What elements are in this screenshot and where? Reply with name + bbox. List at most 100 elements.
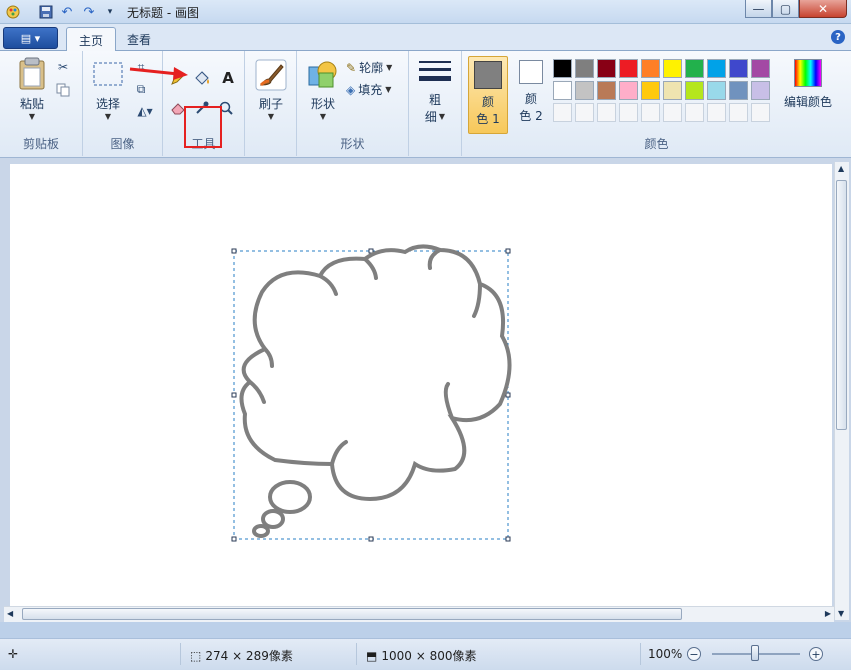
undo-icon[interactable]: ↶ [58,3,76,21]
brushes-button[interactable]: 刷子 ▼ [251,59,291,121]
app-menu-button[interactable]: ▤ ▾ [3,27,58,49]
palette-color-swatch[interactable] [575,81,594,100]
color2-swatch [519,60,543,84]
brushes-label: 刷子 [258,97,283,111]
canvas-size: ⬒ 1000 × 800像素 [366,647,476,664]
colors-group: 颜 色 1 颜 色 2 编辑颜色 颜色 [462,51,851,156]
maximize-button[interactable]: ▢ [772,0,799,18]
palette-color-swatch[interactable] [685,59,704,78]
fill-bucket-icon[interactable] [192,68,212,88]
edit-colors-button[interactable]: 编辑颜色 [772,59,844,110]
selection-size: ⬚ 274 × 289像素 [190,647,293,664]
size-label-line1: 粗 [428,93,441,107]
palette-custom-slot[interactable] [751,103,770,122]
palette-color-swatch[interactable] [553,81,572,100]
palette-custom-slot[interactable] [707,103,726,122]
help-icon[interactable]: ? [831,30,845,44]
palette-color-swatch[interactable] [729,81,748,100]
palette-color-swatch[interactable] [751,81,770,100]
color1-button[interactable]: 颜 色 1 [468,56,508,134]
palette-color-swatch[interactable] [707,59,726,78]
palette-color-swatch[interactable] [707,81,726,100]
zoom-out-icon[interactable]: − [687,647,701,661]
palette-color-swatch[interactable] [597,81,616,100]
shapes-label: 形状 [310,97,335,111]
menu-icon: ▤ ▾ [20,31,41,45]
cut-icon[interactable]: ✂ [53,57,73,77]
palette-color-swatch[interactable] [729,59,748,78]
zoom-in-icon[interactable]: + [809,647,823,661]
palette-custom-slot[interactable] [641,103,660,122]
palette-color-swatch[interactable] [575,59,594,78]
vertical-scrollbar[interactable]: ▲ ▼ [834,162,849,620]
close-button[interactable]: ✕ [799,0,847,18]
palette-color-swatch[interactable] [663,59,682,78]
copy-icon[interactable] [53,80,73,100]
palette-color-swatch[interactable] [619,81,638,100]
brushes-group: 刷子 ▼ [245,51,297,156]
outline-pencil-icon: ✎ [346,60,357,75]
color2-label-line1: 颜 [524,92,537,106]
size-button[interactable]: 粗 细 ▼ [415,57,455,125]
palette-color-swatch[interactable] [685,81,704,100]
fill-drop-icon: ◈ [346,82,356,97]
tab-view[interactable]: 查看 [115,27,163,51]
horizontal-scrollbar[interactable]: ◀ ▶ [4,606,834,622]
redo-icon[interactable]: ↷ [80,3,98,21]
text-tool-icon[interactable]: A [218,68,238,88]
fill-button[interactable]: ◈ 填充 ▼ [346,81,391,98]
scroll-down-icon[interactable]: ▼ [838,609,844,618]
chevron-down-icon: ▼ [438,112,446,121]
palette-color-swatch[interactable] [597,59,616,78]
canvas-size-text: 1000 × 800像素 [381,649,477,663]
color2-button[interactable]: 颜 色 2 [512,60,550,124]
horizontal-scroll-thumb[interactable] [22,608,682,620]
palette-custom-slot[interactable] [553,103,572,122]
minimize-button[interactable]: — [745,0,772,18]
palette-custom-slot[interactable] [575,103,594,122]
zoom-slider-thumb[interactable] [751,645,759,661]
customize-toolbar-icon[interactable]: ▾ [101,3,119,21]
palette-custom-slot[interactable] [597,103,616,122]
palette-color-swatch[interactable] [641,81,660,100]
tab-home[interactable]: 主页 [66,27,117,52]
selection-size-text: 274 × 289像素 [205,649,293,663]
clipboard-group: 粘贴 ▼ ✂ 剪贴板 [0,51,83,156]
chevron-down-icon: ▼ [385,85,392,94]
palette-custom-slot[interactable] [685,103,704,122]
rotate-icon[interactable]: ◭▾ [131,101,159,121]
paint-app-icon[interactable] [4,3,22,21]
clipboard-icon [19,57,45,90]
drawing-canvas[interactable] [10,164,832,620]
edit-colors-label: 编辑颜色 [783,95,832,109]
paste-button[interactable]: 粘贴 ▼ [12,57,52,121]
outline-button[interactable]: ✎ 轮廓 ▼ [346,59,392,76]
ribbon-tabstrip: ▤ ▾ 主页 查看 ? [0,24,851,52]
scroll-left-icon[interactable]: ◀ [7,609,13,618]
annotation-arrow [129,67,188,80]
shapes-group: 形状 ▼ ✎ 轮廓 ▼ ◈ 填充 ▼ 形状 [297,51,409,156]
select-button[interactable]: 选择 ▼ [89,61,127,121]
chevron-down-icon: ▼ [28,112,36,121]
vertical-scroll-thumb[interactable] [836,180,847,430]
workspace: ▲ ▼ ◀ ▶ [0,158,851,622]
shapes-button[interactable]: 形状 ▼ [303,59,343,121]
palette-custom-slot[interactable] [729,103,748,122]
status-separator [180,643,181,665]
chevron-down-icon: ▼ [104,112,112,121]
palette-color-swatch[interactable] [619,59,638,78]
palette-color-swatch[interactable] [663,81,682,100]
save-icon[interactable] [37,3,55,21]
fill-label: 填充 [358,83,383,97]
palette-custom-slot[interactable] [663,103,682,122]
status-separator [640,643,641,665]
scroll-up-icon[interactable]: ▲ [838,164,844,173]
scroll-right-icon[interactable]: ▶ [825,609,831,618]
resize-icon[interactable]: ⧉ [131,79,151,99]
palette-custom-slot[interactable] [619,103,638,122]
palette-color-swatch[interactable] [641,59,660,78]
color-spectrum-icon [794,59,822,87]
palette-color-swatch[interactable] [751,59,770,78]
palette-color-swatch[interactable] [553,59,572,78]
color1-swatch [474,61,502,89]
